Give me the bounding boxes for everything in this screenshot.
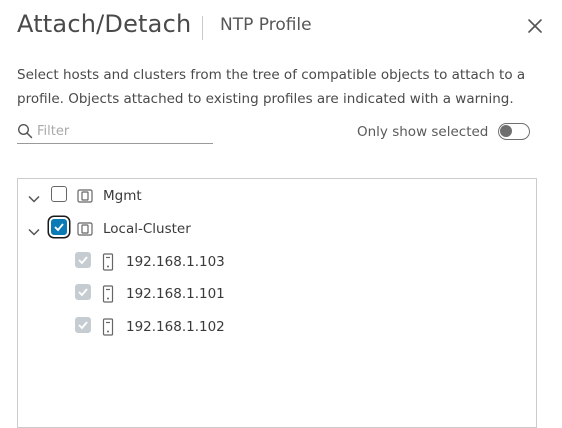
dialog-description: Select hosts and clusters from the tree … [17, 67, 526, 107]
local-cluster-checkbox[interactable] [51, 219, 67, 235]
checkmark-icon [78, 288, 88, 297]
tree-node-local-cluster: Local-Cluster [18, 217, 536, 241]
dialog-header: Attach/Detach NTP Profile [17, 8, 545, 44]
host-icon [102, 285, 114, 303]
toggle-knob [500, 125, 512, 137]
title-divider [202, 16, 203, 40]
chevron-down-icon [28, 195, 40, 203]
filter-input[interactable] [37, 121, 207, 141]
only-show-selected-toggle[interactable] [498, 123, 530, 140]
tree-node-host: 192.168.1.102 [18, 315, 536, 339]
host-checkbox[interactable] [75, 284, 91, 300]
search-icon [17, 123, 33, 139]
dialog-title: Attach/Detach [17, 10, 192, 38]
checkmark-icon [78, 321, 88, 330]
dialog-subtitle: NTP Profile [220, 15, 312, 35]
checkmark-icon [78, 256, 88, 265]
toggle-label: Only show selected [357, 124, 489, 140]
host-checkbox[interactable] [75, 317, 91, 333]
host-icon [102, 253, 114, 271]
tree-node-label[interactable]: Local-Cluster [103, 221, 191, 237]
tree-node-label[interactable]: 192.168.1.103 [126, 254, 225, 270]
mgmt-checkbox[interactable] [51, 186, 67, 202]
cluster-icon [77, 189, 93, 203]
filter-field [17, 121, 213, 144]
close-button[interactable] [525, 16, 545, 36]
tree-node-label[interactable]: Mgmt [103, 188, 142, 204]
tree-node-mgmt: Mgmt [18, 184, 536, 208]
cluster-icon [77, 222, 93, 236]
expand-caret[interactable] [27, 191, 41, 205]
host-checkbox[interactable] [75, 252, 91, 268]
tree-node-host: 192.168.1.103 [18, 250, 536, 274]
host-icon [102, 318, 114, 336]
tree-node-label[interactable]: 192.168.1.101 [126, 286, 225, 302]
tree-node-label[interactable]: 192.168.1.102 [126, 319, 225, 335]
close-icon [528, 19, 542, 33]
checkmark-icon [54, 223, 64, 232]
chevron-down-icon [28, 228, 40, 236]
expand-caret[interactable] [27, 224, 41, 238]
object-tree: Mgmt Local-Cluster 192.168.1.103 192.168… [17, 178, 537, 428]
tree-node-host: 192.168.1.101 [18, 282, 536, 306]
